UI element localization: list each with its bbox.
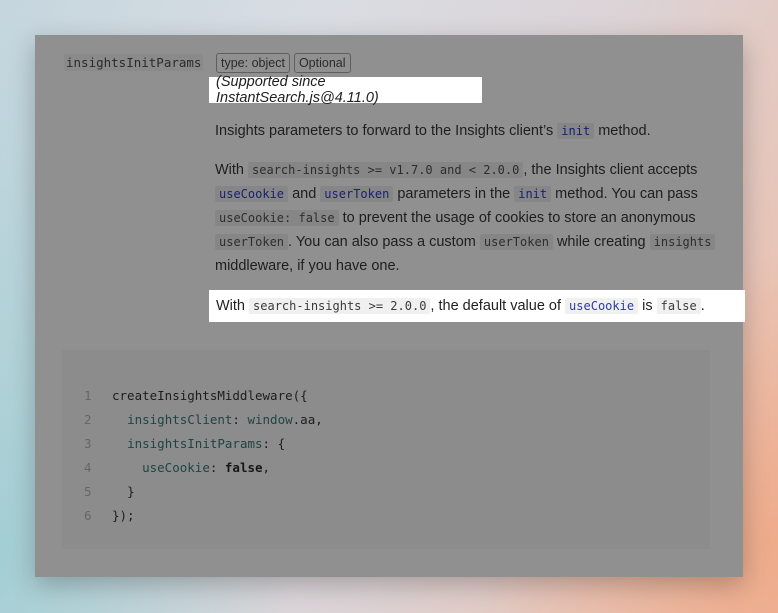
inline-code: userToken [320,186,394,202]
code-property: insightsInitParams [127,436,263,451]
inline-code: false [656,298,701,314]
code-text: .aa, [292,412,323,427]
code-line: 3 insightsInitParams: { [80,432,323,456]
supported-since-text: (Supported since InstantSearch.js@4.11.0… [216,74,379,106]
code-keyword: false [224,460,263,475]
code-line: 2 insightsClient: window.aa, [80,408,323,432]
text-segment: , the Insights client accepts [523,162,698,178]
optional-tag: Optional [293,53,351,73]
inline-code: init [514,186,552,202]
inline-code: useCookie [565,298,639,314]
line-number: 1 [84,388,92,403]
text-segment: Insights parameters to forward to the In… [215,123,554,139]
inline-code: search-insights >= v1.7.0 and < 2.0.0 [248,162,524,178]
parameter-tags: type: object Optional [216,53,351,73]
code-text: }); [112,508,135,523]
code-text: , [262,460,271,475]
default-value-note: With search-insights >= 2.0.0, the defau… [209,290,745,322]
line-number: 2 [84,412,92,427]
text-segment: . You can also pass a custom [288,234,476,250]
type-tag: type: object [216,53,290,73]
code-text: : [232,412,248,427]
inline-code: search-insights >= 2.0.0 [249,298,431,314]
code-text: } [127,484,135,499]
code-object: window [247,412,293,427]
api-parameter-card: insightsInitParams type: object Optional… [35,35,745,577]
code-lines: 1 createInsightsMiddleware({ 2 insightsCl… [80,384,323,528]
text-segment: and [292,186,317,202]
inline-code: useCookie: false [215,210,339,226]
text-segment: method. [598,123,651,139]
text-segment: is [642,298,653,314]
text-segment: With [215,162,244,178]
code-text: createInsightsMiddleware({ [112,388,308,403]
code-line: 1 createInsightsMiddleware({ [80,384,323,408]
code-property: useCookie [142,460,210,475]
inline-code: userToken [479,234,553,250]
line-number: 3 [84,436,92,451]
text-segment: method. You can pass [555,186,698,202]
inline-code: useCookie [215,186,289,202]
line-number: 4 [84,460,92,475]
code-line: 5 } [80,480,323,504]
text-segment: . [700,298,705,314]
text-segment: while creating [556,234,646,250]
code-line: 6}); [80,504,323,528]
text-segment: With [216,298,245,314]
inline-code: userToken [215,234,289,250]
code-text: : [209,460,225,475]
line-number: 5 [84,484,92,499]
text-segment: to prevent the usage of cookies to store… [342,210,696,226]
parameter-name: insightsInitParams [64,54,204,71]
description-paragraph-1: Insights parameters to forward to the In… [215,119,725,143]
inline-code: insights [649,234,716,250]
code-property: insightsClient [127,412,233,427]
supported-since-note: (Supported since InstantSearch.js@4.11.0… [209,74,482,106]
line-number: 6 [84,508,92,523]
description-paragraph-2: With search-insights >= v1.7.0 and < 2.0… [215,158,725,278]
text-segment: , the default value of [430,298,562,314]
inline-code: init [557,123,595,139]
text-segment: parameters in the [397,186,511,202]
code-text: : { [262,436,286,451]
code-line: 4 useCookie: false, [80,456,323,480]
text-segment: middleware, if you have one. [215,258,400,274]
code-example[interactable]: 1 createInsightsMiddleware({ 2 insightsCl… [62,350,710,549]
